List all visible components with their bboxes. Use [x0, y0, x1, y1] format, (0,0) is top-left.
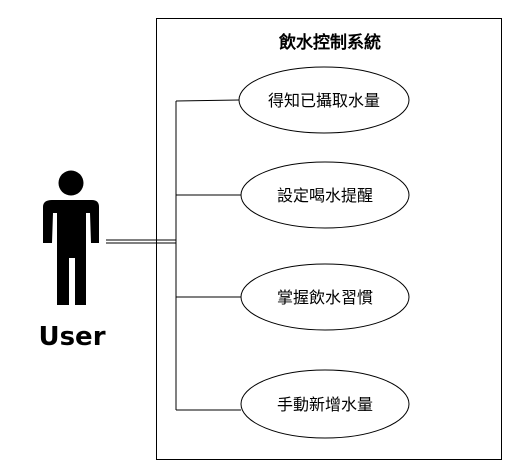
- use-case-label: 得知已攝取水量: [268, 91, 380, 110]
- use-case-diagram: 飲水控制系統 User 得知已攝取水量 設定喝水提醒 掌握飲水習慣 手動新增水量: [0, 0, 519, 467]
- person-icon: [43, 170, 99, 305]
- use-case-3: 掌握飲水習慣: [240, 263, 410, 331]
- actor-body: [43, 200, 99, 305]
- use-case-label: 設定喝水提醒: [277, 186, 373, 205]
- use-case-label: 掌握飲水習慣: [277, 288, 373, 307]
- system-title: 飲水控制系統: [278, 32, 381, 53]
- actor-label: User: [38, 322, 105, 352]
- diagram-canvas: 飲水控制系統 User 得知已攝取水量 設定喝水提醒 掌握飲水習慣 手動新增水量: [38, 18, 502, 460]
- use-case-label: 手動新增水量: [277, 395, 373, 414]
- use-case-4: 手動新增水量: [240, 369, 410, 439]
- use-case-2: 設定喝水提醒: [240, 161, 410, 229]
- actor-head: [58, 170, 84, 196]
- use-case-1: 得知已攝取水量: [238, 66, 410, 134]
